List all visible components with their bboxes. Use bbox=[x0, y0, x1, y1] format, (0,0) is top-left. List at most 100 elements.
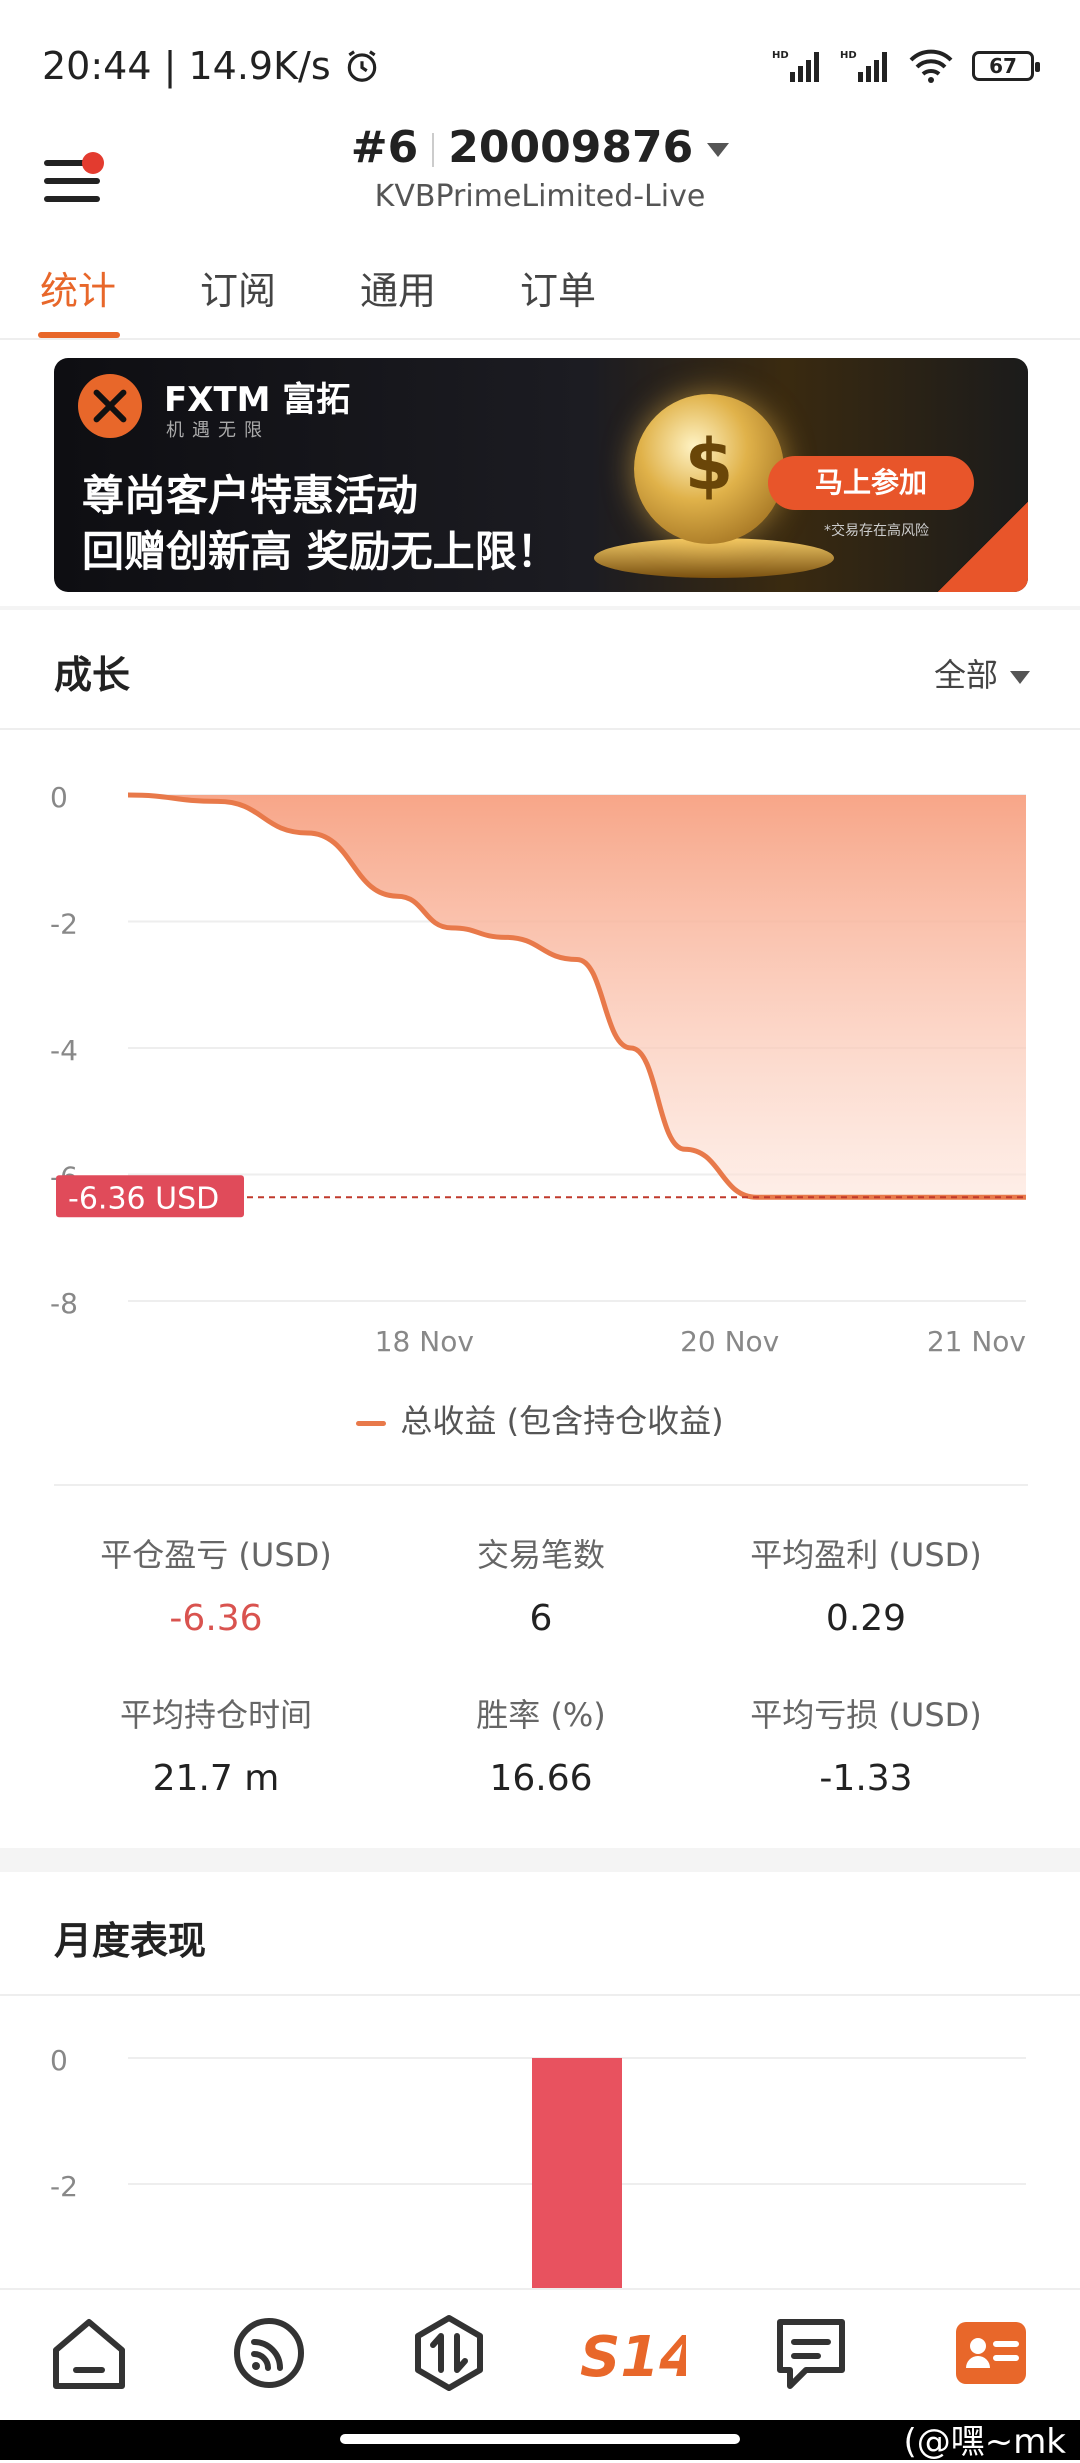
stat-value: 0.29 bbox=[825, 1598, 907, 1639]
watermark: (@嘿~mk bbox=[903, 2422, 1066, 2462]
x-tick-label: 20 Nov bbox=[680, 1325, 779, 1358]
monthly-bar[interactable] bbox=[532, 2058, 622, 2288]
signal-hd-icon: HD bbox=[772, 50, 819, 82]
stat-closed-pnl: 平仓盈亏 (USD) -6.36 bbox=[54, 1530, 378, 1639]
growth-section-header: 成长 全部 bbox=[0, 606, 1080, 730]
stat-value: -1.33 bbox=[819, 1758, 913, 1799]
monthly-title: 月度表现 bbox=[54, 1919, 207, 1963]
tab-subscribe[interactable]: 订阅 bbox=[200, 260, 276, 315]
y-tick-label: -2 bbox=[50, 2170, 78, 2203]
s14-logo-icon[interactable]: S14 bbox=[576, 2308, 686, 2398]
stat-value: -6.36 bbox=[169, 1598, 263, 1639]
status-time: 20:44 | 14.9K/s bbox=[42, 44, 381, 88]
legend-label: 总收益 (包含持仓收益) bbox=[400, 1402, 724, 1440]
stat-avg-hold-time: 平均持仓时间 21.7 m bbox=[54, 1690, 378, 1799]
tab-stats[interactable]: 统计 bbox=[40, 260, 116, 315]
account-title[interactable]: #6 20009876 bbox=[0, 122, 1080, 173]
monthly-section-header: 月度表现 bbox=[0, 1872, 1080, 1996]
tab-orders[interactable]: 订单 bbox=[520, 260, 596, 315]
risk-disclaimer: *交易存在高风险 bbox=[824, 523, 929, 539]
messages-icon[interactable] bbox=[766, 2308, 856, 2398]
banner-brand: FXTM 富拓 bbox=[164, 380, 351, 420]
stat-avg-loss: 平均亏损 (USD) -1.33 bbox=[704, 1690, 1028, 1799]
range-filter-value: 全部 bbox=[933, 656, 998, 694]
account-selector[interactable]: #6 20009876 KVBPrimeLimited-Live bbox=[0, 120, 1080, 214]
coin-stand bbox=[594, 538, 834, 578]
stat-value: 21.7 m bbox=[152, 1758, 280, 1799]
status-right: HD HD 67 bbox=[772, 48, 1040, 84]
account-number: #6 bbox=[350, 122, 419, 173]
stat-label: 平均盈利 (USD) bbox=[750, 1536, 982, 1574]
wifi-6-icon bbox=[909, 49, 953, 83]
range-filter-dropdown[interactable]: 全部 bbox=[934, 650, 1030, 696]
banner-headline: 尊尚客户特惠活动 bbox=[82, 471, 419, 520]
y-tick-label: 0 bbox=[50, 2044, 68, 2077]
tab-general[interactable]: 通用 bbox=[360, 260, 436, 315]
account-separator bbox=[432, 133, 435, 167]
status-divider: | bbox=[163, 44, 189, 88]
stat-label: 平均持仓时间 bbox=[119, 1696, 312, 1734]
tab-bar: 统计 订阅 通用 订单 bbox=[0, 240, 1080, 340]
profile-card-icon[interactable] bbox=[946, 2308, 1036, 2398]
trade-icon[interactable] bbox=[404, 2308, 494, 2398]
account-server: KVBPrimeLimited-Live bbox=[374, 179, 706, 214]
battery-level: 67 bbox=[989, 54, 1017, 78]
network-speed: 14.9K/s bbox=[188, 44, 331, 88]
monthly-y-ticks: 0 -2 bbox=[50, 2044, 78, 2203]
battery-icon: 67 bbox=[972, 51, 1040, 81]
stat-win-rate: 胜率 (%) 16.66 bbox=[379, 1690, 703, 1799]
svg-text:HD: HD bbox=[840, 50, 857, 61]
chevron-down-icon bbox=[707, 143, 730, 157]
gesture-bar: (@嘿~mk bbox=[0, 2420, 1080, 2462]
current-value-label: -6.36 USD bbox=[68, 1181, 219, 1216]
growth-area bbox=[128, 795, 1026, 1198]
x-tick-label: 18 Nov bbox=[375, 1325, 474, 1358]
alarm-icon bbox=[347, 50, 376, 82]
legend-swatch bbox=[356, 1420, 387, 1426]
account-id: 20009876 bbox=[448, 122, 694, 173]
stats-grid: 平仓盈亏 (USD) -6.36 交易笔数 6 平均盈利 (USD) 0.29 平均持… bbox=[54, 1484, 1028, 1799]
menu-icon-bar bbox=[44, 178, 100, 184]
svg-text:HD: HD bbox=[772, 50, 789, 61]
menu-button[interactable] bbox=[44, 138, 114, 208]
stat-trade-count: 交易笔数 6 bbox=[379, 1530, 703, 1639]
chart-legend: 总收益 (包含持仓收益) bbox=[0, 1396, 1080, 1442]
chevron-down-icon bbox=[1010, 670, 1030, 684]
notification-dot bbox=[82, 152, 104, 174]
x-axis-ticks: 18 Nov 20 Nov 21 Nov bbox=[375, 1325, 1026, 1358]
growth-title: 成长 bbox=[54, 653, 131, 697]
fxtm-logo-icon bbox=[78, 374, 142, 438]
stat-label: 平仓盈亏 (USD) bbox=[100, 1536, 332, 1574]
banner-subheadline: 回赠创新高 奖励无上限！ bbox=[82, 527, 559, 576]
stat-value: 6 bbox=[529, 1598, 553, 1639]
section-divider bbox=[0, 1848, 1080, 1872]
bottom-nav: S14 bbox=[0, 2288, 1080, 2420]
x-tick-label: 21 Nov bbox=[927, 1325, 1026, 1358]
signal-hd-icon: HD bbox=[840, 50, 887, 82]
menu-icon-bar bbox=[44, 196, 100, 202]
dollar-coin-icon: $ bbox=[634, 394, 784, 544]
stat-label: 交易笔数 bbox=[476, 1536, 605, 1574]
home-indicator[interactable] bbox=[340, 2434, 740, 2444]
y-tick-label: 0 bbox=[50, 781, 68, 814]
y-tick-label: -8 bbox=[50, 1287, 78, 1320]
monthly-chart: 0 -2 bbox=[50, 2044, 1026, 2288]
y-axis-ticks: 0-2-4-6-8 bbox=[50, 781, 78, 1320]
clock: 20:44 bbox=[42, 44, 152, 88]
monthly-bars bbox=[532, 2058, 622, 2288]
signal-feed-icon[interactable] bbox=[224, 2308, 314, 2398]
stat-label: 平均亏损 (USD) bbox=[750, 1696, 982, 1734]
y-tick-label: -2 bbox=[50, 908, 78, 941]
promo-banner[interactable]: FXTM 富拓 机遇无限 尊尚客户特惠活动 回赠创新高 奖励无上限！ $ 马上参… bbox=[54, 358, 1028, 592]
growth-chart: 0-2-4-6-8 18 Nov20 Nov21 Nov -6.36 USD bbox=[50, 781, 1026, 1358]
svg-text:S14: S14 bbox=[580, 2325, 686, 2390]
y-tick-label: -4 bbox=[50, 1034, 78, 1067]
stat-label: 胜率 (%) bbox=[476, 1696, 606, 1734]
tab-active-indicator bbox=[38, 332, 120, 338]
stat-avg-profit: 平均盈利 (USD) 0.29 bbox=[704, 1530, 1028, 1639]
banner-corner-decoration bbox=[938, 502, 1028, 592]
home-icon[interactable] bbox=[44, 2308, 134, 2398]
app-header: #6 20009876 KVBPrimeLimited-Live bbox=[0, 120, 1080, 240]
status-bar: 20:44 | 14.9K/s HD HD 67 bbox=[0, 0, 1080, 120]
join-now-button[interactable]: 马上参加 bbox=[768, 456, 974, 510]
